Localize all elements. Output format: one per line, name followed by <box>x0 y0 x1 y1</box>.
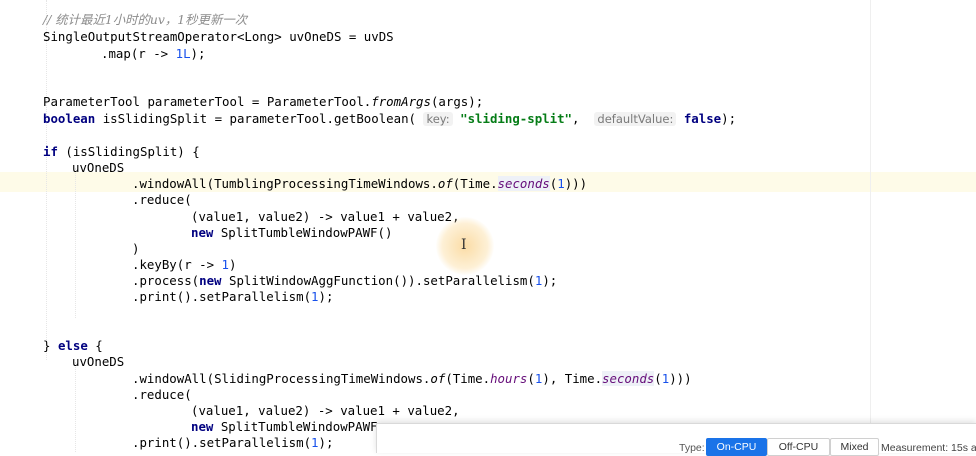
code-line-1: // 统计最近1小时的uv，1秒更新一次 <box>43 12 247 28</box>
code-line-12: ) <box>132 241 139 257</box>
constructor-call: SplitTumbleWindowPAWF() <box>213 225 393 240</box>
type-name: SingleOutputStreamOperator<Long> <box>43 29 282 44</box>
method-call: .print().setParallelism( <box>132 435 312 450</box>
number-literal: 1 <box>661 371 670 386</box>
code-line-21: new SplitTumbleWindowPAWF <box>191 419 378 435</box>
string-literal: "sliding-split" <box>460 111 573 126</box>
editor-gutter <box>0 0 18 452</box>
number-literal: 1 <box>557 176 565 191</box>
punctuation: ); <box>542 273 558 288</box>
method-call: .reduce( <box>132 192 192 207</box>
code-line-22: .print().setParallelism(1); <box>132 435 333 451</box>
static-method: seconds <box>497 176 550 191</box>
code-line-16: } else { <box>43 338 103 354</box>
code-comment: // 统计最近1小时的uv，1秒更新一次 <box>43 12 248 27</box>
class-ref: TumblingProcessingTimeWindows. <box>214 176 438 191</box>
code-line-14: .process(new SplitWindowAggFunction()).s… <box>132 273 557 289</box>
method-call: .map(r -> <box>101 46 176 61</box>
code-line-2: SingleOutputStreamOperator<Long> uvOneDS… <box>43 29 394 44</box>
number-literal: 1 <box>311 435 319 450</box>
punctuation: ) <box>229 257 237 272</box>
code-line-15: .print().setParallelism(1); <box>132 289 333 305</box>
punctuation: ); <box>318 289 334 304</box>
parameter-hint: defaultValue: <box>594 112 677 126</box>
constructor-call: SplitTumbleWindowPAWF <box>213 419 378 434</box>
keyword: if <box>43 144 58 159</box>
static-method: seconds <box>602 371 655 386</box>
mixed-button[interactable]: Mixed <box>830 438 879 456</box>
number-literal: 1 <box>311 289 319 304</box>
code-editor[interactable]: // 统计最近1小时的uv，1秒更新一次 SingleOutputStreamO… <box>0 0 976 452</box>
parameter-hint: key: <box>423 112 453 126</box>
method-call: .keyBy(r -> <box>132 257 222 272</box>
constructor-call: SplitWindowAggFunction()).setParallelism… <box>221 273 535 288</box>
condition: (isSlidingSplit) { <box>57 144 200 159</box>
class-ref: (Time. <box>452 176 498 191</box>
punctuation: } <box>43 338 51 353</box>
code-line-4: ParameterTool parameterTool = ParameterT… <box>43 94 484 109</box>
code-line-6: if (isSlidingSplit) { <box>43 144 200 160</box>
number-literal: 1 <box>221 257 229 272</box>
keyword: new <box>191 225 214 240</box>
code-line-18: .windowAll(SlidingProcessingTimeWindows.… <box>132 371 692 386</box>
variable: uvOneDS <box>289 29 342 44</box>
code-line-8: .windowAll(TumblingProcessingTimeWindows… <box>132 176 588 191</box>
class-ref: (Time. <box>445 371 491 386</box>
lambda-expression: (value1, value2) -> value1 + value2, <box>191 209 460 224</box>
class-ref: ParameterTool. <box>266 94 372 109</box>
indent-guide <box>75 362 76 452</box>
arguments: (args); <box>430 94 484 109</box>
indent-guide <box>46 0 47 360</box>
code-line-19: .reduce( <box>132 387 192 403</box>
number-literal: 1 <box>534 371 543 386</box>
right-margin-line <box>870 0 871 452</box>
method-call: .windowAll( <box>132 176 215 191</box>
punctuation: ); <box>190 46 206 61</box>
method-call: .print().setParallelism( <box>132 289 312 304</box>
code-line-17: uvOneDS <box>72 354 124 370</box>
off-cpu-button[interactable]: Off-CPU <box>767 438 830 456</box>
method-call: parameterTool.getBoolean( <box>229 111 417 126</box>
punctuation: ); <box>318 435 334 450</box>
code-line-7: uvOneDS <box>72 160 124 176</box>
keyword: boolean <box>43 111 96 126</box>
punctuation: ) <box>132 241 140 256</box>
method-call: .process( <box>132 273 200 288</box>
method-call: .reduce( <box>132 387 192 402</box>
lambda-expression: (value1, value2) -> value1 + value2, <box>191 403 460 418</box>
keyword: else <box>57 338 88 353</box>
method-call: .windowAll( <box>132 371 215 386</box>
static-method: of <box>430 371 446 386</box>
profiler-toolbar: Type: On-CPU Off-CPU Mixed Measurement: … <box>376 423 976 456</box>
static-method: fromArgs <box>371 94 431 109</box>
measurement-label: Measurement: 15s ac <box>881 442 976 454</box>
code-line-11: new SplitTumbleWindowPAWF() <box>191 225 392 241</box>
variable: parameterTool <box>147 94 245 109</box>
code-line-13: .keyBy(r -> 1) <box>132 257 236 273</box>
variable: uvDS <box>363 29 394 44</box>
variable: isSlidingSplit <box>102 111 208 126</box>
static-method: of <box>437 176 453 191</box>
number-literal: 1L <box>175 46 191 61</box>
type-label: Type: <box>679 442 705 454</box>
code-line-5: boolean isSlidingSplit = parameterTool.g… <box>43 111 737 126</box>
punctuation: ); <box>721 111 737 126</box>
keyword: new <box>199 273 222 288</box>
variable: uvOneDS <box>72 354 125 369</box>
indent-guide <box>75 168 76 318</box>
keyword: false <box>683 111 722 126</box>
class-ref: SlidingProcessingTimeWindows. <box>214 371 431 386</box>
static-method: hours <box>490 371 528 386</box>
text-cursor-icon: I <box>461 237 467 253</box>
type-name: ParameterTool <box>43 94 140 109</box>
code-line-20: (value1, value2) -> value1 + value2, <box>191 403 460 419</box>
on-cpu-button[interactable]: On-CPU <box>706 438 767 456</box>
class-ref: , Time. <box>549 371 603 386</box>
keyword: new <box>191 419 214 434</box>
code-line-10: (value1, value2) -> value1 + value2, <box>191 209 460 225</box>
punctuation: { <box>87 338 103 353</box>
code-line-3: .map(r -> 1L); <box>101 46 205 62</box>
variable: uvOneDS <box>72 160 125 175</box>
code-line-9: .reduce( <box>132 192 192 208</box>
